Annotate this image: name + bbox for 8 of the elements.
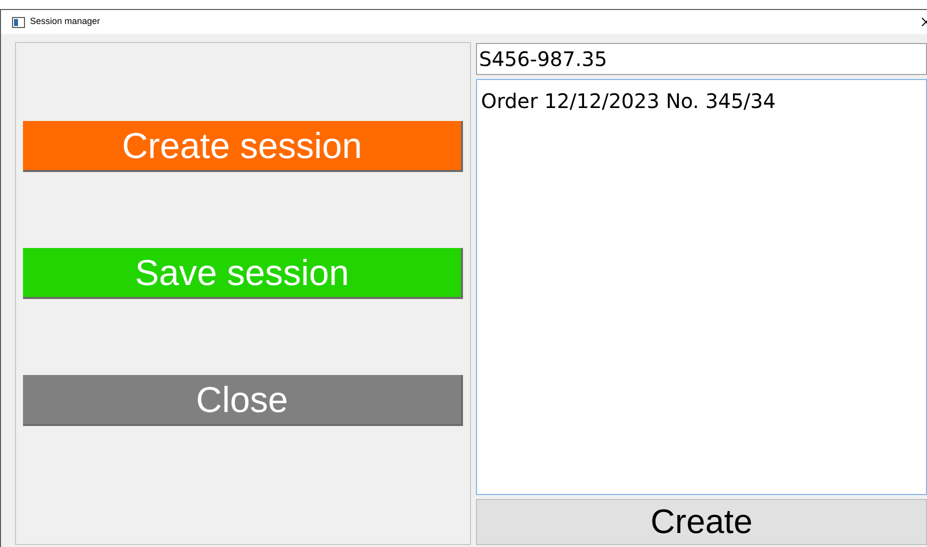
code-field[interactable]: S456-987.35	[476, 43, 927, 75]
notes-field[interactable]: Order 12/12/2023 No. 345/34	[476, 79, 927, 495]
notes-text: Order 12/12/2023 No. 345/34	[481, 89, 776, 113]
action-button[interactable]: Close	[23, 375, 463, 426]
create-button[interactable]: Create	[476, 499, 927, 545]
window-title: Session manager	[30, 15, 100, 28]
close-icon[interactable]	[921, 17, 927, 27]
window-icon	[12, 16, 25, 28]
